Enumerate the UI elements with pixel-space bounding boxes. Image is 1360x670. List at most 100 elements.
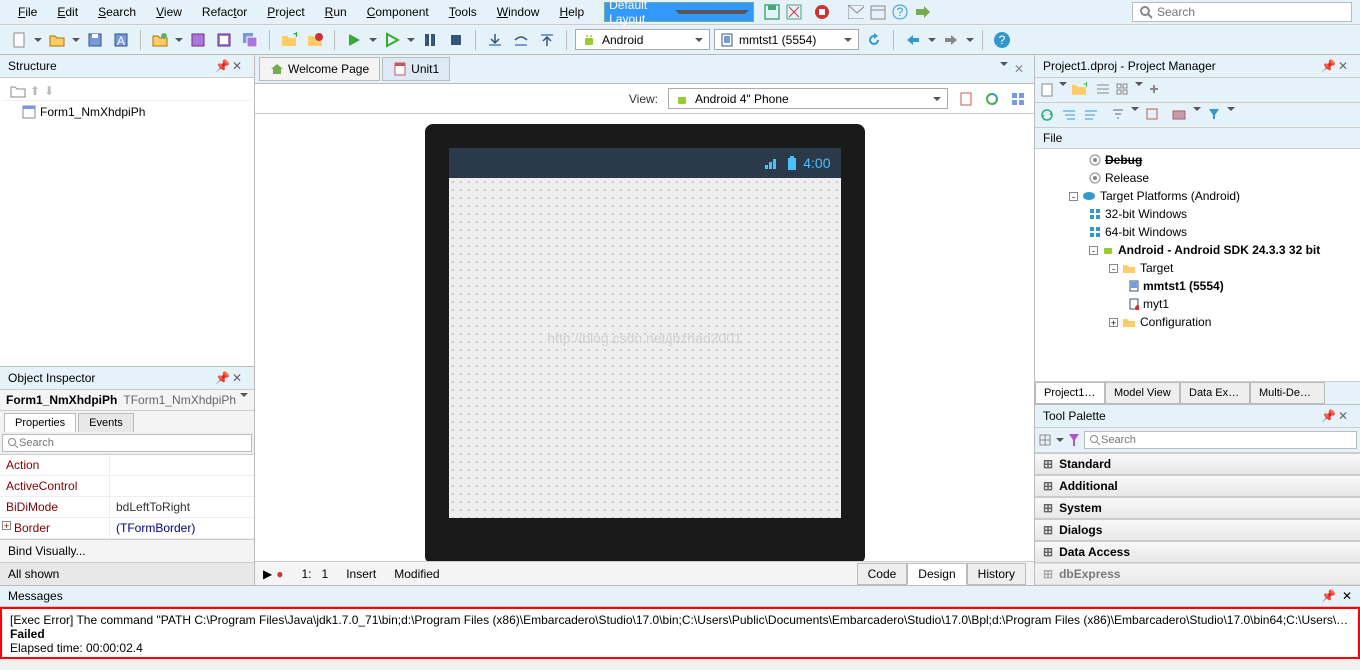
calendar-icon[interactable] xyxy=(870,4,886,20)
tab-project[interactable]: Project1.d... xyxy=(1035,382,1105,404)
tp-category-data-access[interactable]: ⊞Data Access xyxy=(1035,541,1360,563)
up-arrow-icon[interactable]: ⬆ xyxy=(30,84,40,98)
collapse-all-icon[interactable] xyxy=(1061,107,1077,123)
tp-category-dialogs[interactable]: ⊞Dialogs xyxy=(1035,519,1360,541)
forward-icon[interactable] xyxy=(940,29,962,51)
mail-icon[interactable] xyxy=(848,4,864,20)
tree-node-configuration[interactable]: +Configuration xyxy=(1039,313,1356,331)
tree-node-mmtst1[interactable]: mmtst1 (5554) xyxy=(1039,277,1356,295)
tab-code[interactable]: Code xyxy=(857,563,908,585)
tab-data-explorer[interactable]: Data Expl... xyxy=(1180,382,1250,404)
tree-node-target-platforms[interactable]: -Target Platforms (Android) xyxy=(1039,187,1356,205)
form-designer[interactable]: 4:00 http://blog.csdn.net/jhzhao2001 xyxy=(255,114,1034,561)
close-icon[interactable]: ✕ xyxy=(232,59,246,73)
view-list-icon[interactable] xyxy=(1095,82,1111,98)
down-arrow-icon[interactable]: ⬇ xyxy=(44,84,54,98)
tp-filter-icon[interactable] xyxy=(1068,433,1080,447)
messages-body[interactable]: [Exec Error] The command "PATH C:\Progra… xyxy=(0,607,1360,659)
view-device-combo[interactable]: Android 4" Phone xyxy=(668,88,948,109)
filter2-icon[interactable] xyxy=(1207,107,1221,123)
layout-combo[interactable]: Default Layout xyxy=(604,2,754,22)
grid-icon[interactable] xyxy=(1010,91,1026,107)
property-row[interactable]: BiDiModebdLeftToRight xyxy=(0,497,254,518)
tab-properties[interactable]: Properties xyxy=(4,413,76,432)
save-project-as-icon[interactable] xyxy=(213,29,235,51)
run-no-debug-icon[interactable] xyxy=(381,29,403,51)
oi-search[interactable] xyxy=(2,434,252,452)
save-all-icon[interactable] xyxy=(239,29,261,51)
structure-tree-item[interactable]: Form1_NmXhdpiPh xyxy=(4,101,250,123)
project-tree[interactable]: Debug Release -Target Platforms (Android… xyxy=(1035,149,1360,381)
search-input[interactable] xyxy=(1157,5,1345,19)
tree-node-release[interactable]: Release xyxy=(1039,169,1356,187)
expand-all-icon[interactable] xyxy=(1083,107,1099,123)
menu-help[interactable]: Help xyxy=(549,2,594,22)
sync-icon[interactable] xyxy=(1039,107,1055,123)
close-icon[interactable]: ✕ xyxy=(1338,59,1352,73)
oi-object-selector[interactable]: Form1_NmXhdpiPh TForm1_NmXhdpiPh xyxy=(0,390,254,411)
pin-icon[interactable]: 📌 xyxy=(215,371,229,385)
tab-model-view[interactable]: Model View xyxy=(1105,382,1180,404)
close-icon[interactable]: ✕ xyxy=(1342,589,1352,603)
chevron-down-icon[interactable] xyxy=(1000,62,1008,66)
open-folder-icon[interactable] xyxy=(46,29,68,51)
pin-icon[interactable]: 📌 xyxy=(1321,409,1335,423)
tab-events[interactable]: Events xyxy=(78,413,134,432)
menu-edit[interactable]: Edit xyxy=(47,2,88,22)
new-file-icon[interactable] xyxy=(8,29,30,51)
tp-category-system[interactable]: ⊞System xyxy=(1035,497,1360,519)
tp-search[interactable] xyxy=(1084,431,1357,449)
property-row[interactable]: ActiveControl xyxy=(0,476,254,497)
tree-node-win64[interactable]: 64-bit Windows xyxy=(1039,223,1356,241)
save-layout-icon[interactable] xyxy=(764,4,780,20)
pin-icon[interactable]: 📌 xyxy=(1321,59,1335,73)
tree-node-win32[interactable]: 32-bit Windows xyxy=(1039,205,1356,223)
delete-layout-icon[interactable] xyxy=(786,4,802,20)
expand-icon[interactable] xyxy=(1147,82,1161,98)
platform-combo[interactable]: Android xyxy=(575,29,710,50)
pin-icon[interactable]: 📌 xyxy=(215,59,229,73)
tab-multi-device[interactable]: Multi-Devi... xyxy=(1250,382,1325,404)
save-as-icon[interactable]: A xyxy=(110,29,132,51)
run-icon[interactable] xyxy=(343,29,365,51)
menu-view[interactable]: View xyxy=(146,2,192,22)
pause-icon[interactable] xyxy=(419,29,441,51)
step-into-icon[interactable] xyxy=(484,29,506,51)
device-settings-icon[interactable] xyxy=(958,91,974,107)
tp-search-input[interactable] xyxy=(1101,434,1352,446)
help-icon[interactable]: ? xyxy=(991,29,1013,51)
tab-welcome[interactable]: Welcome Page xyxy=(259,57,380,81)
property-row[interactable]: Action xyxy=(0,455,254,476)
add-item-icon[interactable]: + xyxy=(1071,82,1087,98)
tab-history[interactable]: History xyxy=(967,563,1026,585)
back-icon[interactable] xyxy=(902,29,924,51)
sort-icon[interactable] xyxy=(1145,107,1159,123)
open-project-icon[interactable] xyxy=(149,29,171,51)
view-grid-icon[interactable] xyxy=(1115,82,1131,98)
tree-node-android[interactable]: -Android - Android SDK 24.3.3 32 bit xyxy=(1039,241,1356,259)
menu-project[interactable]: Project xyxy=(257,2,314,22)
tp-category-additional[interactable]: ⊞Additional xyxy=(1035,475,1360,497)
menu-file[interactable]: FFileile xyxy=(8,2,47,22)
menu-refactor[interactable]: Refactor xyxy=(192,2,257,22)
tab-design[interactable]: Design xyxy=(907,563,966,585)
step-over-icon[interactable] xyxy=(510,29,532,51)
stop-run-icon[interactable] xyxy=(445,29,467,51)
close-icon[interactable]: ✕ xyxy=(1014,62,1024,76)
save-project-icon[interactable] xyxy=(187,29,209,51)
tree-node-myt1[interactable]: myt1 xyxy=(1039,295,1356,313)
forward-arrow-icon[interactable] xyxy=(914,4,930,20)
menu-tools[interactable]: Tools xyxy=(439,2,487,22)
tp-category-dbexpress[interactable]: ⊞dbExpress xyxy=(1035,563,1360,585)
remove-file-icon[interactable] xyxy=(304,29,326,51)
close-icon[interactable]: ✕ xyxy=(1338,409,1352,423)
tp-category-icon[interactable] xyxy=(1038,433,1052,447)
filter-icon[interactable] xyxy=(1111,107,1125,123)
menu-search[interactable]: Search xyxy=(88,2,146,22)
form-canvas[interactable] xyxy=(449,178,841,518)
stop-icon[interactable] xyxy=(814,4,830,20)
tree-node-debug[interactable]: Debug xyxy=(1039,151,1356,169)
new-item-icon[interactable] xyxy=(1039,82,1055,98)
play-marker-icon[interactable]: ▶ xyxy=(263,567,272,581)
pin-icon[interactable]: 📌 xyxy=(1321,589,1336,603)
